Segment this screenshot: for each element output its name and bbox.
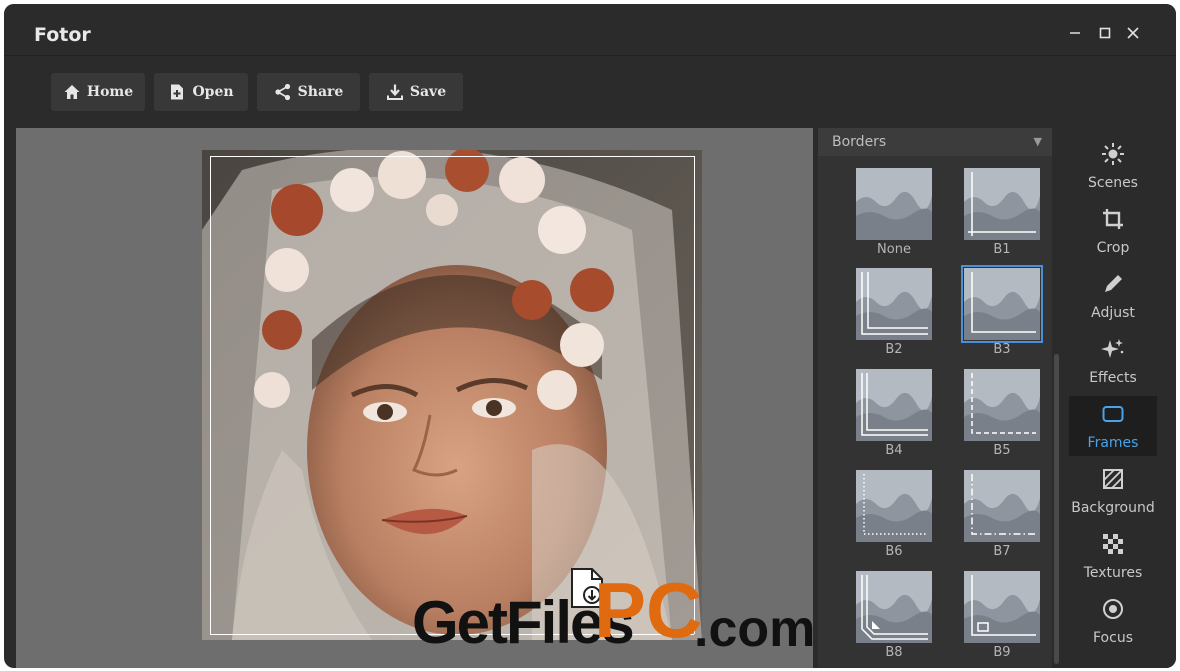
border-preview-image [856, 168, 932, 240]
title-bar: Fotor [4, 4, 1176, 56]
crop-icon [1103, 209, 1123, 229]
sun-icon [1102, 143, 1124, 165]
share-icon [275, 83, 290, 101]
open-button[interactable]: Open [154, 73, 248, 111]
selected-border-highlight [961, 265, 1043, 343]
watermark-text-3: .com [694, 600, 816, 658]
nav-background-label: Background [1071, 500, 1155, 516]
texture-icon [1103, 534, 1123, 554]
border-preview-image [964, 470, 1040, 542]
border-preview-image [964, 571, 1040, 643]
border-thumb-b6[interactable] [856, 470, 932, 542]
borders-title: Borders [832, 134, 887, 150]
home-label: Home [86, 84, 134, 100]
watermark-logo: GetFiles PC .com [412, 565, 815, 665]
minimize-icon[interactable] [1066, 24, 1084, 42]
open-file-icon [171, 84, 184, 100]
save-label: Save [409, 84, 447, 100]
border-thumb-label: B5 [993, 443, 1011, 458]
frame-border-left [210, 156, 211, 634]
border-preview-image [964, 369, 1040, 441]
border-thumb-b2[interactable] [856, 268, 932, 340]
dropdown-arrow-icon[interactable]: ▼ [1034, 128, 1042, 156]
border-thumb-label: B1 [993, 242, 1011, 257]
app-title: Fotor [34, 24, 91, 46]
close-icon[interactable] [1124, 24, 1142, 42]
nav-focus-label: Focus [1093, 630, 1133, 646]
border-thumb-b7[interactable] [964, 470, 1040, 542]
open-label: Open [192, 84, 234, 100]
frame-border-top [210, 156, 694, 157]
focus-icon [1103, 599, 1123, 619]
nav-crop-label: Crop [1096, 240, 1130, 256]
background-icon [1103, 469, 1123, 489]
border-thumb-b9[interactable] [964, 571, 1040, 643]
border-thumb-none[interactable] [856, 168, 932, 240]
border-thumb-label: B2 [885, 342, 903, 357]
border-preview-image [964, 168, 1040, 240]
border-thumb-label: B6 [885, 544, 903, 559]
share-button[interactable]: Share [257, 73, 360, 111]
side-navigation: Scenes Crop Adjust Effects Frames Backgr… [1064, 128, 1176, 668]
border-thumb-label: B7 [993, 544, 1011, 559]
nav-crop[interactable]: Crop [1069, 201, 1157, 261]
border-thumb-label: B3 [993, 342, 1011, 357]
border-thumb-label: B9 [993, 645, 1011, 660]
border-thumb-label: B8 [885, 645, 903, 660]
sparkle-icon [1101, 339, 1124, 358]
borders-dropdown[interactable]: Borders ▼ [818, 128, 1052, 156]
borders-panel: Borders ▼ None B1 B2 B3 B4 B5 B6 B7 B8 B9 [818, 128, 1052, 668]
toolbar: Home Open Share Save [4, 56, 1176, 128]
border-thumb-b5[interactable] [964, 369, 1040, 441]
download-icon [386, 84, 403, 100]
border-thumb-b1[interactable] [964, 168, 1040, 240]
nav-adjust[interactable]: Adjust [1069, 266, 1157, 326]
border-preview-image [856, 470, 932, 542]
border-thumb-b4[interactable] [856, 369, 932, 441]
borders-scrollbar[interactable] [1054, 354, 1059, 664]
nav-adjust-label: Adjust [1091, 305, 1135, 321]
nav-textures[interactable]: Textures [1069, 526, 1157, 586]
nav-textures-label: Textures [1083, 565, 1143, 581]
watermark-text-2: PC [594, 566, 703, 654]
nav-background[interactable]: Background [1069, 461, 1157, 521]
share-label: Share [297, 84, 344, 100]
nav-scenes[interactable]: Scenes [1069, 136, 1157, 196]
nav-scenes-label: Scenes [1088, 175, 1138, 191]
border-thumb-label: None [877, 242, 911, 257]
border-preview-image [856, 369, 932, 441]
pencil-icon [1105, 275, 1122, 292]
nav-effects[interactable]: Effects [1069, 331, 1157, 391]
border-preview-image [856, 571, 932, 643]
nav-effects-label: Effects [1089, 370, 1137, 386]
frame-border-right [694, 156, 695, 634]
border-thumb-b8[interactable] [856, 571, 932, 643]
frame-icon [1102, 406, 1124, 422]
nav-focus[interactable]: Focus [1069, 591, 1157, 651]
maximize-icon[interactable] [1096, 24, 1114, 42]
border-thumb-label: B4 [885, 443, 903, 458]
home-icon [64, 85, 80, 99]
nav-frames-label: Frames [1087, 435, 1139, 451]
nav-frames[interactable]: Frames [1069, 396, 1157, 456]
border-preview-image [856, 268, 932, 340]
home-button[interactable]: Home [51, 73, 145, 111]
save-button[interactable]: Save [369, 73, 463, 111]
